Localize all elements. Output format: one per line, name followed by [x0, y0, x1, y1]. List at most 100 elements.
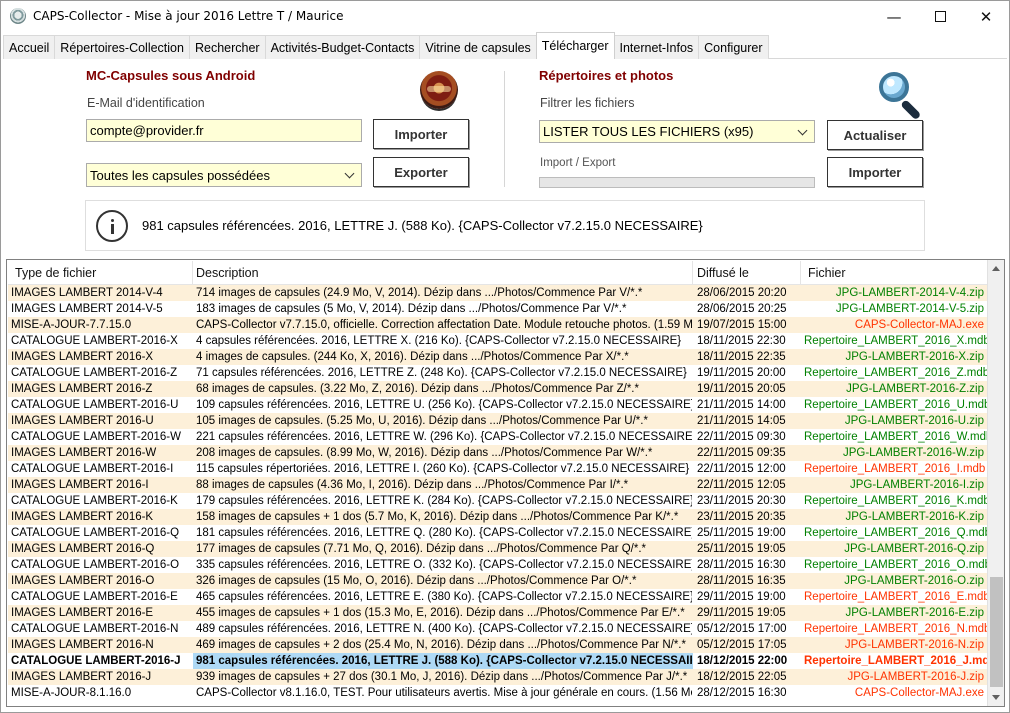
table-row[interactable]: IMAGES LAMBERT 2014-V-5 183 images de cap…: [8, 301, 988, 317]
file-type-cell: IMAGES LAMBERT 2014-V-5: [11, 303, 163, 315]
published-date-cell: 25/11/2015 19:05: [697, 543, 786, 555]
file-name-cell: Repertoire_LAMBERT_2016_Q.mdb: [804, 527, 988, 539]
android-import-button[interactable]: Importer: [373, 119, 469, 149]
description-cell: CAPS-Collector v7.7.15.0, officielle. Co…: [196, 319, 693, 331]
tab-rechercher[interactable]: Rechercher: [188, 35, 266, 59]
owned-capsules-value: Toutes les capsules possédées: [90, 167, 270, 183]
scroll-up-arrow-icon[interactable]: [992, 266, 1000, 271]
file-name-cell: JPG-LAMBERT-2016-W.zip: [842, 447, 984, 459]
refresh-button[interactable]: Actualiser: [827, 120, 923, 150]
section-divider: [504, 71, 505, 187]
table-rows: IMAGES LAMBERT 2014-V-4 714 images de cap…: [8, 285, 988, 706]
table-row[interactable]: CATALOGUE LAMBERT-2016-U 109 capsules réf…: [8, 397, 988, 413]
file-type-cell: CATALOGUE LAMBERT-2016-K: [11, 495, 178, 507]
table-row[interactable]: IMAGES LAMBERT 2016-K 158 images de capsu…: [8, 509, 988, 525]
email-field[interactable]: compte@provider.fr: [86, 119, 362, 142]
table-row[interactable]: IMAGES LAMBERT 2016-X 4 images de capsule…: [8, 349, 988, 365]
scrollbar-thumb[interactable]: [990, 577, 1003, 687]
tab-repertoires-collection[interactable]: Répertoires-Collection: [54, 35, 190, 59]
magnifier-icon[interactable]: [874, 69, 922, 121]
files-table[interactable]: Type de fichier Description Diffusé le F…: [6, 259, 1005, 707]
export-button[interactable]: Exporter: [373, 157, 469, 187]
file-type-cell: IMAGES LAMBERT 2016-K: [11, 511, 154, 523]
published-date-cell: 18/11/2015 22:35: [697, 351, 786, 363]
table-row[interactable]: IMAGES LAMBERT 2016-U 105 images de capsu…: [8, 413, 988, 429]
file-type-cell: IMAGES LAMBERT 2014-V-4: [11, 287, 163, 299]
tab-internet-infos[interactable]: Internet-Infos: [613, 35, 700, 59]
table-row[interactable]: CATALOGUE LAMBERT-2016-I 115 capsules rép…: [8, 461, 988, 477]
file-name-cell: CAPS-Collector-MAJ.exe: [854, 687, 984, 699]
description-cell: 158 images de capsules + 1 dos (5.7 Mo, …: [196, 511, 679, 523]
published-date-cell: 21/11/2015 14:05: [697, 415, 786, 427]
file-name-cell: JPG-LAMBERT-2016-N.zip: [844, 639, 984, 651]
file-type-cell: IMAGES LAMBERT 2016-Z: [11, 383, 153, 395]
files-import-button[interactable]: Importer: [827, 157, 923, 187]
table-row[interactable]: IMAGES LAMBERT 2016-O 326 images de capsu…: [8, 573, 988, 589]
file-type-cell: CATALOGUE LAMBERT-2016-Z: [11, 367, 178, 379]
published-date-cell: 05/12/2015 17:00: [697, 623, 787, 635]
owned-capsules-select[interactable]: Toutes les capsules possédées: [86, 163, 362, 187]
table-row[interactable]: CATALOGUE LAMBERT-2016-K 179 capsules réf…: [8, 493, 988, 509]
app-window: CAPS-Collector - Mise à jour 2016 Lettre…: [0, 0, 1010, 713]
file-type-cell: CATALOGUE LAMBERT-2016-U: [11, 399, 179, 411]
maximize-icon: [934, 11, 946, 22]
table-row[interactable]: CATALOGUE LAMBERT-2016-Q 181 capsules réf…: [8, 525, 988, 541]
published-date-cell: 19/11/2015 20:05: [697, 383, 786, 395]
column-file[interactable]: Fichier: [801, 261, 988, 285]
table-row[interactable]: IMAGES LAMBERT 2016-Z 68 images de capsul…: [8, 381, 988, 397]
file-type-cell: IMAGES LAMBERT 2016-Q: [11, 543, 155, 555]
table-row[interactable]: CATALOGUE LAMBERT-2016-E 465 capsules réf…: [8, 589, 988, 605]
description-cell: 179 capsules référencées. 2016, LETTRE K…: [196, 495, 693, 507]
published-date-cell: 23/11/2015 20:35: [697, 511, 786, 523]
magnifier-handle: [900, 99, 922, 121]
table-row[interactable]: IMAGES LAMBERT 2016-N 469 images de capsu…: [8, 637, 988, 653]
tab-vitrine-de-capsules[interactable]: Vitrine de capsules: [419, 35, 537, 59]
table-row[interactable]: MISE-A-JOUR-8.1.16.0 CAPS-Collector v8.1.…: [8, 685, 988, 701]
published-date-cell: 22/11/2015 12:00: [697, 463, 786, 475]
file-type-cell: CATALOGUE LAMBERT-2016-N: [11, 623, 179, 635]
published-date-cell: 19/07/2015 15:00: [697, 319, 787, 331]
tab-configurer[interactable]: Configurer: [698, 35, 769, 59]
file-name-cell: JPG-LAMBERT-2016-K.zip: [845, 511, 984, 523]
maximize-button[interactable]: [917, 1, 963, 32]
file-type-cell: MISE-A-JOUR-7.7.15.0: [11, 319, 132, 331]
published-date-cell: 23/11/2015 20:30: [697, 495, 786, 507]
vertical-scrollbar[interactable]: [987, 260, 1004, 706]
description-cell: 981 capsules référencées. 2016, LETTRE J…: [193, 653, 693, 669]
table-row[interactable]: IMAGES LAMBERT 2016-Q 177 images de capsu…: [8, 541, 988, 557]
table-row[interactable]: CATALOGUE LAMBERT-2016-W 221 capsules réf…: [8, 429, 988, 445]
description-cell: 177 images de capsules (7.71 Mo, Q, 2016…: [196, 543, 647, 555]
tab-activites-budget-contacts[interactable]: Activités-Budget-Contacts: [264, 35, 421, 59]
table-row[interactable]: CATALOGUE LAMBERT-2016-X 4 capsules référ…: [8, 333, 988, 349]
table-row[interactable]: IMAGES LAMBERT 2016-I 88 images de capsul…: [8, 477, 988, 493]
table-row[interactable]: IMAGES LAMBERT 2016-J 939 images de capsu…: [8, 669, 988, 685]
window-titlebar: CAPS-Collector - Mise à jour 2016 Lettre…: [1, 1, 1009, 32]
table-row[interactable]: CATALOGUE LAMBERT-2016-J 981 capsules réf…: [8, 653, 988, 669]
table-row[interactable]: IMAGES LAMBERT 2016-E 455 images de capsu…: [8, 605, 988, 621]
column-description[interactable]: Description: [193, 261, 693, 285]
table-row[interactable]: IMAGES LAMBERT 2016-W 208 images de capsu…: [8, 445, 988, 461]
file-filter-select[interactable]: LISTER TOUS LES FICHIERS (x95): [539, 120, 815, 143]
column-published-date[interactable]: Diffusé le: [693, 261, 801, 285]
file-name-cell: JPG-LAMBERT-2016-I.zip: [849, 479, 984, 491]
table-row[interactable]: IMAGES LAMBERT 2014-V-4 714 images de cap…: [8, 285, 988, 301]
tab-telecharger[interactable]: Télécharger: [535, 32, 615, 59]
tab-accueil[interactable]: Accueil: [3, 35, 56, 59]
scroll-down-arrow-icon[interactable]: [992, 695, 1000, 700]
close-button[interactable]: ✕: [963, 1, 1009, 32]
column-file-type[interactable]: Type de fichier: [8, 261, 193, 285]
table-row[interactable]: CATALOGUE LAMBERT-2016-Z 71 capsules réfé…: [8, 365, 988, 381]
table-row[interactable]: MISE-A-JOUR-7.7.15.0 CAPS-Collector v7.7.…: [8, 317, 988, 333]
table-row[interactable]: CATALOGUE LAMBERT-2016-N 489 capsules réf…: [8, 621, 988, 637]
description-cell: 181 capsules référencées. 2016, LETTRE Q…: [196, 527, 693, 539]
published-date-cell: 25/11/2015 19:00: [697, 527, 786, 539]
description-cell: 88 images de capsules (4.36 Mo, I, 2016)…: [196, 479, 629, 491]
table-header: Type de fichier Description Diffusé le F…: [8, 261, 988, 285]
published-date-cell: 29/11/2015 19:05: [697, 607, 786, 619]
minimize-button[interactable]: —: [871, 1, 917, 32]
table-row[interactable]: CATALOGUE LAMBERT-2016-O 335 capsules réf…: [8, 557, 988, 573]
description-cell: 109 capsules référencées. 2016, LETTRE U…: [196, 399, 693, 411]
file-type-cell: CATALOGUE LAMBERT-2016-X: [11, 335, 178, 347]
info-icon: [96, 210, 128, 242]
file-name-cell: JPG-LAMBERT-2016-O.zip: [844, 575, 984, 587]
